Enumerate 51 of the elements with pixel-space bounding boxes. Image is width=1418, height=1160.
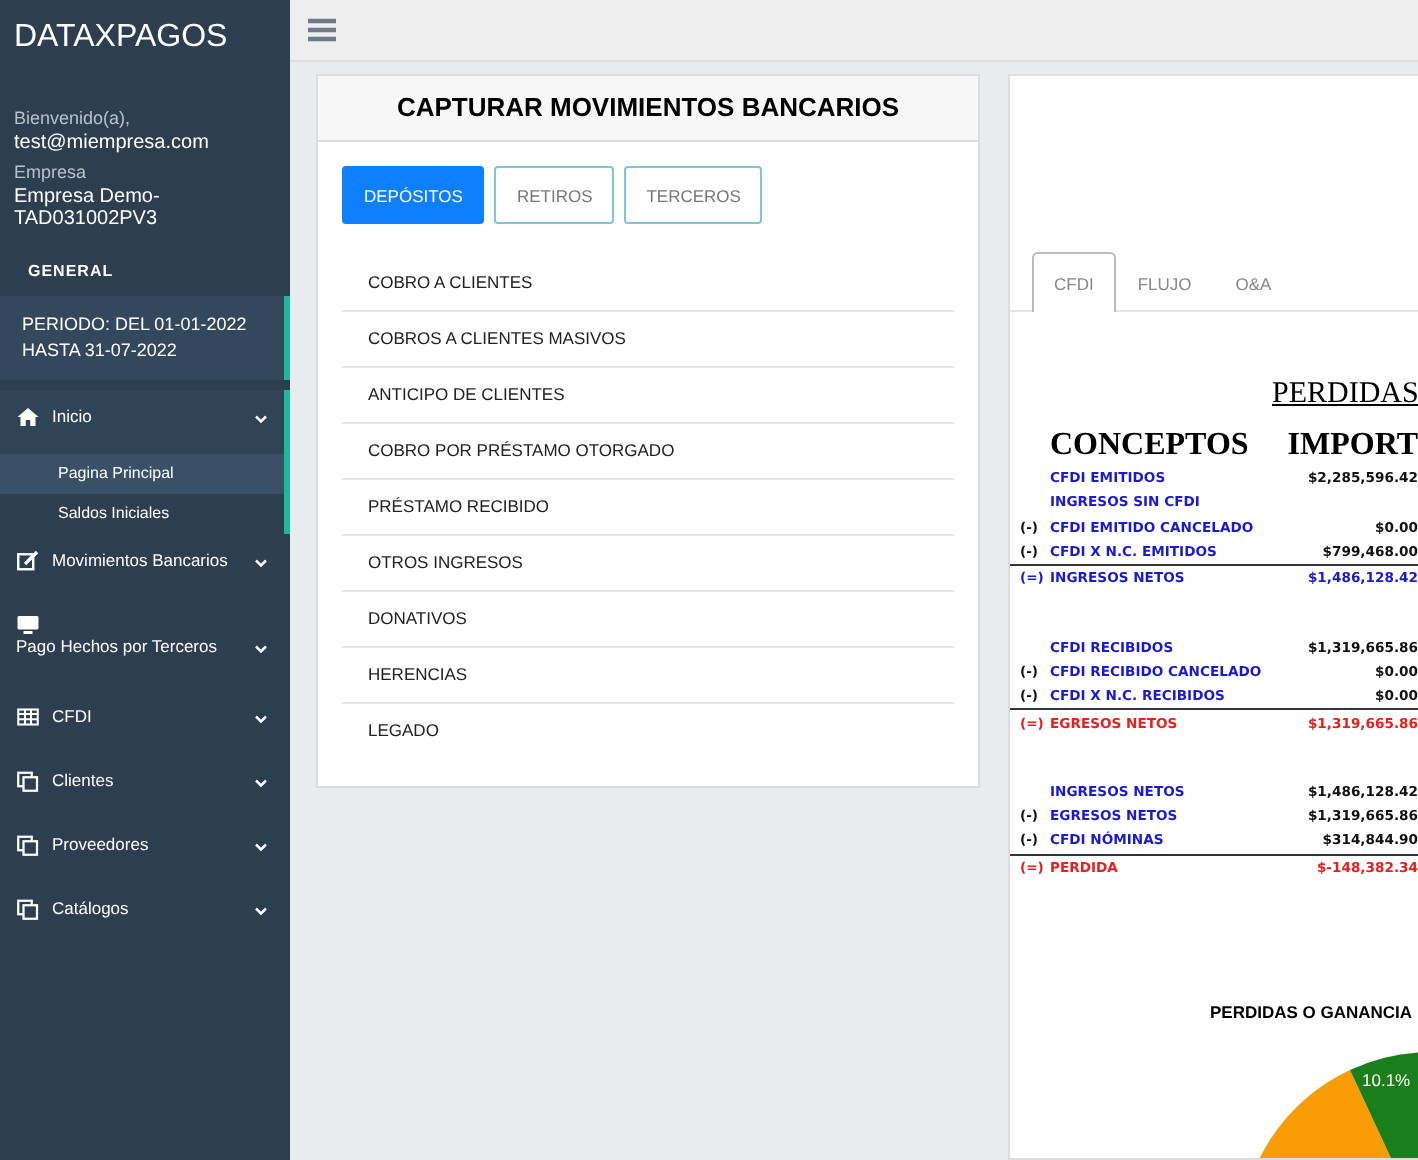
- menu-item[interactable]: Movimientos Bancarios: [0, 534, 290, 598]
- chevron-down-icon: [254, 714, 268, 724]
- section-heading: GENERAL: [26, 260, 116, 284]
- report-tab[interactable]: FLUJO: [1115, 252, 1214, 310]
- slice-label: 10.1%: [1362, 1069, 1411, 1090]
- edit-icon: [16, 550, 40, 572]
- menu-item[interactable]: CFDI: [0, 690, 290, 754]
- column-header: IMPORT: [1287, 428, 1418, 464]
- copy-icon: [16, 834, 40, 856]
- list-item[interactable]: OTROS INGRESOS: [342, 536, 954, 592]
- company-name: Empresa Demo-TAD031002PV3: [12, 184, 162, 230]
- chevron-down-icon: [254, 414, 268, 424]
- table-icon: [16, 706, 40, 728]
- period-label: PERIODO: DEL 01-01-2022 HASTA 31-07-2022: [0, 296, 290, 380]
- report-tab[interactable]: CFDI: [1032, 252, 1116, 312]
- copy-icon: [16, 770, 40, 792]
- list-item[interactable]: HERENCIAS: [342, 648, 954, 704]
- chevron-down-icon: [254, 906, 268, 916]
- menu-item[interactable]: Pago Hechos por Terceros: [0, 598, 290, 690]
- menu-item[interactable]: Inicio: [0, 390, 290, 454]
- submenu-item[interactable]: Pagina Principal: [0, 454, 290, 494]
- company-label: Empresa: [12, 160, 89, 182]
- list-item[interactable]: DONATIVOS: [342, 592, 954, 648]
- list-item[interactable]: PRÉSTAMO RECIBIDO: [342, 480, 954, 536]
- brand-title: DATAXPAGOS: [12, 18, 230, 58]
- menu-icon[interactable]: [308, 18, 336, 42]
- home-icon: [16, 406, 40, 428]
- monitor-icon: [16, 614, 40, 636]
- list-item[interactable]: COBRO POR PRÉSTAMO OTORGADO: [342, 424, 954, 480]
- tab-button[interactable]: DEPÓSITOS: [342, 166, 485, 224]
- list-item[interactable]: ANTICIPO DE CLIENTES: [342, 368, 954, 424]
- column-header: CONCEPTOS: [1050, 428, 1251, 464]
- chevron-down-icon: [254, 842, 268, 852]
- list-item[interactable]: COBRO A CLIENTES: [342, 256, 954, 312]
- list-item[interactable]: COBROS A CLIENTES MASIVOS: [342, 312, 954, 368]
- report-tab[interactable]: O&A: [1213, 252, 1294, 310]
- chevron-down-icon: [254, 558, 268, 568]
- tab-button[interactable]: TERCEROS: [624, 166, 763, 224]
- menu-item[interactable]: Catálogos: [0, 882, 290, 946]
- chevron-down-icon: [254, 778, 268, 788]
- chevron-down-icon: [254, 644, 268, 654]
- card-title: CAPTURAR MOVIMIENTOS BANCARIOS: [318, 76, 978, 142]
- menu-item[interactable]: Clientes: [0, 754, 290, 818]
- chart-title: PERDIDAS O GANANCIA: [1208, 999, 1415, 1022]
- menu-item[interactable]: Proveedores: [0, 818, 290, 882]
- list-item[interactable]: LEGADO: [342, 704, 954, 758]
- user-email: test@miempresa.com: [12, 130, 211, 154]
- copy-icon: [16, 898, 40, 920]
- welcome-label: Bienvenido(a),: [12, 106, 133, 128]
- report-title: PERDIDAS: [1270, 376, 1418, 412]
- tab-button[interactable]: RETIROS: [494, 166, 615, 224]
